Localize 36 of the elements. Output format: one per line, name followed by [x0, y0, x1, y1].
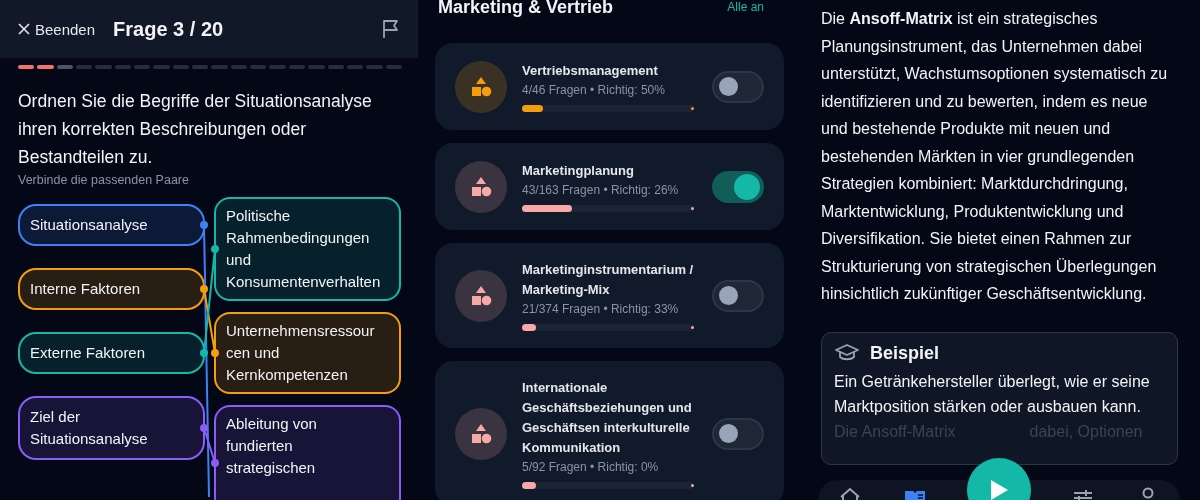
topic-stats: 5/92 Fragen • Richtig: 0% [522, 459, 660, 476]
flag-icon[interactable] [382, 19, 400, 39]
toggle-switch[interactable] [712, 417, 764, 450]
topic-stats: 43/163 Fragen • Richtig: 26% [522, 182, 680, 199]
explanation-text: Die Ansoff-Matrix ist ein strategisches Planungsinstrument, das Unternehmen dabei unterstützt, Wachstumsoptionen systematisch zu identifizieren und zu bewerten, indem es neue und bestehende Produkte mit neuen und bestehenden Märkten in vier grundlegenden Strategien kombiniert: Marktdurchdringung, Marktentwicklung, Produktentwicklung und Diversifikation. Sie bietet einen Rahmen zur Strukturierung von strategischen Überlegungen hinsichtlich zukünftiger Geschäftsentwicklung. [821, 9, 1169, 304]
close-icon [18, 23, 30, 35]
question-counter: Frage 3 / 20 [113, 17, 225, 41]
term-option[interactable]: Situationsanalyse [18, 204, 205, 246]
exit-button[interactable]: Beenden [18, 20, 96, 38]
all-on-link[interactable]: Alle an [727, 0, 764, 14]
topic-title: Vertriebsmanagement [522, 62, 659, 80]
description-option[interactable]: Unternehmensressourcen und Kernkompetenzen [214, 312, 401, 394]
toggle-switch[interactable] [712, 70, 764, 103]
hint-text: Verbinde die passenden Paare [18, 173, 190, 187]
graduation-cap-icon [834, 343, 860, 363]
term-option[interactable]: Interne Faktoren [18, 268, 205, 310]
topic-card[interactable]: Internationale Geschäftsbeziehungen und Geschäftsen interkulturelle Kommunikation 5/92 Fragen • Richtig: 0% [435, 361, 784, 500]
topic-card[interactable]: Marketingplanung 43/163 Fragen • Richtig: 26% [435, 143, 784, 230]
topic-title: Marketingplanung [522, 162, 635, 180]
term-option[interactable]: Ziel der Situationsanalyse [18, 396, 205, 460]
description-option[interactable]: Ableitung von fundierten strategischen [214, 405, 401, 500]
description-option[interactable]: Politische Rahmenbedingungen und Konsumentenverhalten [214, 197, 401, 301]
term-option[interactable]: Externe Faktoren [18, 332, 205, 374]
topic-card[interactable]: Marketinginstrumentarium / Marketing-Mix 21/374 Fragen • Richtig: 33% [435, 243, 784, 348]
topic-card[interactable]: Vertriebsmanagement 4/46 Fragen • Richtig: 50% [435, 43, 784, 130]
example-text: Ein Getränkehersteller überlegt, wie er seine Marktposition stärken oder ausbauen kann. [834, 371, 1151, 417]
play-icon [988, 479, 1009, 500]
example-title: Beispiel [870, 342, 940, 364]
topic-title: Marketinginstrumentarium / Marketing-Mix [522, 261, 695, 299]
topic-stats: 4/46 Fragen • Richtig: 50% [522, 82, 666, 99]
question-text: Ordnen Sie die Begriffe der Situationsanalyse ihren korrekten Beschreibungen oder Bestandteilen zu. [18, 90, 373, 169]
section-title: Marketing & Vertrieb [438, 0, 614, 18]
toggle-switch[interactable] [712, 279, 764, 312]
topic-title: Internationale Geschäftsbeziehungen und Geschäftsen interkulturelle Kommunikation [522, 379, 693, 457]
topic-stats: 21/374 Fragen • Richtig: 33% [522, 301, 680, 318]
toggle-switch[interactable] [712, 170, 764, 203]
